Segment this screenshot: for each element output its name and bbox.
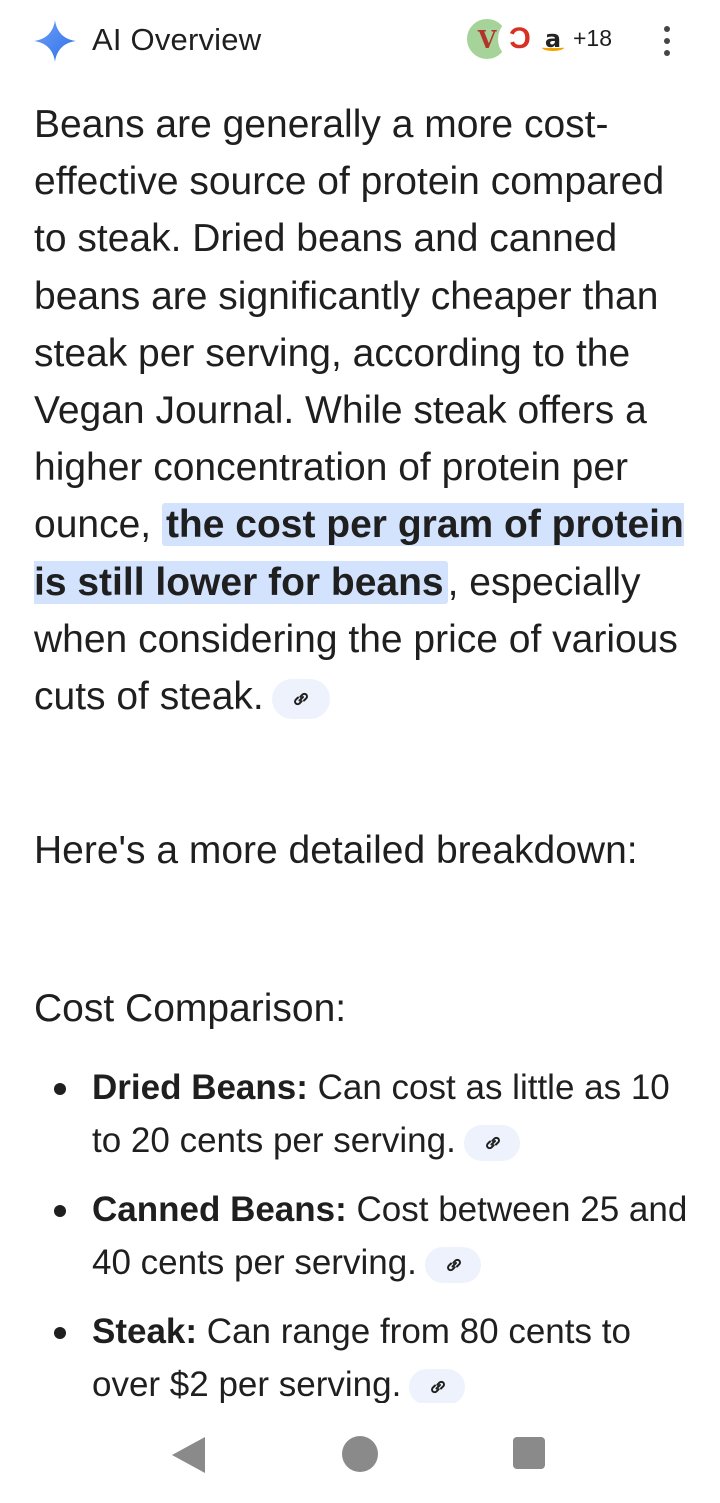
item-label: Steak: <box>92 1312 198 1351</box>
bullet <box>54 1205 66 1217</box>
source-avatars[interactable]: V Ɔ a +18 <box>465 17 625 61</box>
breakdown-intro: Here's a more detailed breakdown: <box>34 829 638 872</box>
source-avatar-3[interactable]: a <box>531 17 575 61</box>
bullet <box>54 1083 66 1095</box>
item-label: Canned Beans: <box>92 1190 347 1229</box>
ai-overview-title: AI Overview <box>92 22 262 57</box>
back-icon[interactable] <box>172 1437 205 1473</box>
link-icon <box>485 1136 500 1149</box>
link-icon <box>431 1380 446 1393</box>
recent-apps-icon[interactable] <box>513 1437 545 1469</box>
list-item: Steak: Can range from 80 cents to over $… <box>34 1305 694 1411</box>
more-sources-count[interactable]: +18 <box>573 23 612 53</box>
cost-comparison-list: Dried Beans: Can cost as little as 10 to… <box>34 1061 694 1427</box>
link-icon <box>446 1258 461 1271</box>
system-navigation-bar <box>0 1403 720 1503</box>
citation-link-button[interactable] <box>271 678 330 719</box>
home-icon[interactable] <box>342 1436 378 1472</box>
ai-overview-header: AI Overview V Ɔ a +18 <box>0 0 720 80</box>
link-icon <box>293 692 308 705</box>
list-item: Dried Beans: Can cost as little as 10 to… <box>34 1061 694 1167</box>
item-label: Dried Beans: <box>92 1068 308 1107</box>
source-avatar-2-glyph: Ɔ <box>509 22 531 55</box>
overview-paragraph: Beans are generally a more cost-effectiv… <box>34 96 684 725</box>
section-heading-cost-comparison: Cost Comparison: <box>34 987 347 1030</box>
bullet <box>54 1327 66 1339</box>
source-avatar-1-glyph: V <box>477 24 497 54</box>
more-vert-icon[interactable] <box>655 24 679 58</box>
overview-text-before: Beans are generally a more cost-effectiv… <box>34 103 665 547</box>
citation-link-button[interactable] <box>463 1124 520 1161</box>
list-item: Canned Beans: Cost between 25 and 40 cen… <box>34 1183 694 1289</box>
ai-sparkle-icon <box>34 20 76 62</box>
citation-link-button[interactable] <box>409 1368 466 1405</box>
citation-link-button[interactable] <box>424 1246 481 1283</box>
